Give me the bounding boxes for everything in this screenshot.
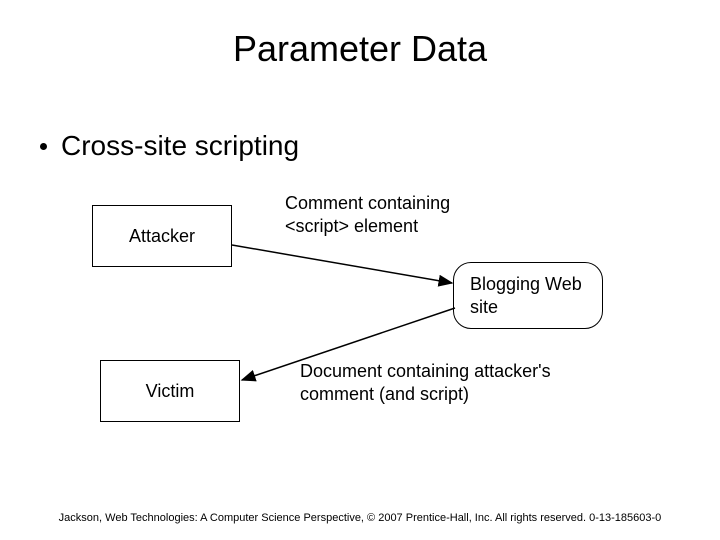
comment-script-label: Comment containing <script> element [285, 192, 485, 237]
bullet-dot-icon [40, 143, 47, 150]
attacker-label: Attacker [129, 226, 195, 247]
attacker-box: Attacker [92, 205, 232, 267]
diagram-arrows [0, 0, 720, 540]
bullet-item: Cross-site scripting [40, 130, 299, 162]
document-comment-label: Document containing attacker's comment (… [300, 360, 590, 405]
blog-site-box: Blogging Web site [453, 262, 603, 329]
victim-label: Victim [146, 381, 195, 402]
bullet-text: Cross-site scripting [61, 130, 299, 162]
victim-box: Victim [100, 360, 240, 422]
footer-citation: Jackson, Web Technologies: A Computer Sc… [0, 512, 720, 524]
slide-title: Parameter Data [0, 28, 720, 70]
blog-site-label: Blogging Web site [470, 274, 582, 317]
